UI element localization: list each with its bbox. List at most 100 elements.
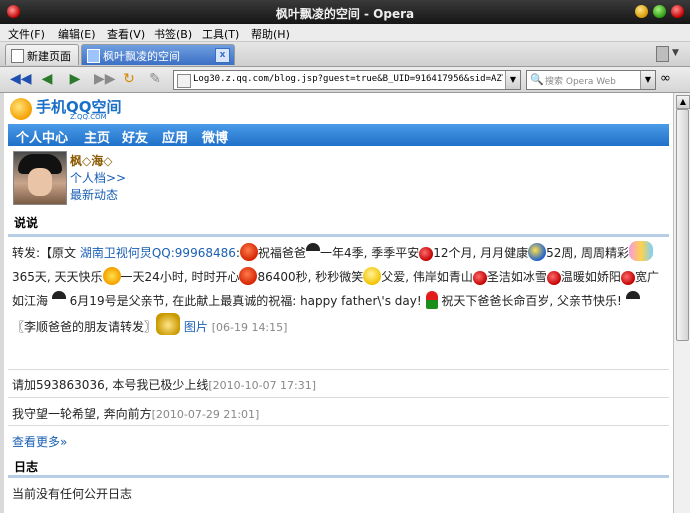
sun-icon: [102, 267, 121, 285]
post-text: 一年4季, 季季平安: [319, 246, 420, 260]
address-url[interactable]: Log30.z.qq.com/blog.jsp?guest=true&B_UID…: [193, 74, 503, 84]
moon-icon: [528, 243, 547, 261]
apple-icon: [620, 271, 635, 285]
navigation-bar: ◀◀ ◀ ▶ ▶▶ ↻ ✎ Log30.z.qq.com/blog.jsp?gu…: [0, 67, 690, 93]
post-text: 父爱, 伟岸如青山: [381, 270, 473, 284]
nav-weibo[interactable]: 微博: [202, 127, 228, 146]
post-3: 我守望一轮希望, 奔向前方[2010-07-29 21:01]: [12, 405, 259, 422]
site-nav: 个人中心 主页 好友 应用 微博: [8, 124, 669, 146]
search-placeholder[interactable]: 搜索 Opera Web: [545, 74, 616, 87]
menu-bar: 文件(F) 编辑(E) 查看(V) 书签(B) 工具(T) 帮助(H): [0, 24, 690, 42]
search-icon: 🔍: [530, 73, 544, 86]
news-link[interactable]: 最新动态: [70, 186, 118, 203]
browser-window: 枫叶飘凌的空间 - Opera 文件(F) 编辑(E) 查看(V) 书签(B) …: [0, 0, 690, 513]
address-bar[interactable]: Log30.z.qq.com/blog.jsp?guest=true&B_UID…: [173, 70, 521, 90]
divider: [8, 369, 669, 370]
menu-bookmarks[interactable]: 书签(B): [154, 26, 192, 42]
apple-icon: [419, 247, 434, 261]
avatar[interactable]: [13, 151, 67, 205]
title-bar: 枫叶飘凌的空间 - Opera: [0, 0, 690, 24]
kids-icon: [629, 241, 654, 261]
maximize-button[interactable]: [653, 5, 666, 18]
wizard-icon: [156, 313, 181, 335]
post-text: 温暖如娇阳: [560, 270, 621, 284]
tab-qzone[interactable]: 枫叶飘凌的空间 x: [81, 44, 235, 65]
menu-tools[interactable]: 工具(T): [202, 26, 239, 42]
penguin-icon: [625, 291, 640, 309]
post-text: 12个月, 月月健康: [433, 246, 529, 260]
search-box[interactable]: 🔍 搜索 Opera Web ▼: [526, 70, 656, 90]
post-time: [2010-07-29 21:01]: [151, 408, 260, 421]
post-text: 祝福爸爸: [257, 246, 306, 260]
fast-forward-icon[interactable]: ▶▶: [94, 71, 116, 87]
section-heading-shuoshuo: 说说: [14, 216, 39, 230]
page-icon: [11, 49, 24, 63]
divider: [8, 234, 669, 237]
chevron-down-icon[interactable]: ▼: [640, 71, 655, 89]
back-icon[interactable]: ◀: [38, 71, 56, 87]
post-2: 请加593863036, 本号我已极少上线[2010-10-07 17:31]: [12, 376, 316, 393]
page-content: 手机QQ空间 Z.QQ.COM 个人中心 主页 好友 应用 微博 枫◇海◇ 个人…: [4, 93, 673, 513]
tab-bar: 新建页面 枫叶飘凌的空间 x ▼: [0, 42, 690, 67]
menu-edit[interactable]: 编辑(E): [58, 26, 96, 42]
nav-friends[interactable]: 好友: [122, 127, 148, 146]
post-text: 转发:【原文: [12, 246, 80, 260]
apple-icon: [472, 271, 487, 285]
qq-link[interactable]: 99968486: [175, 246, 236, 260]
glasses-icon[interactable]: ∞: [660, 71, 671, 86]
post-text: 〖李顺爸爸的朋友请转发〗: [12, 320, 157, 334]
post-text: 365天, 天天快乐: [12, 270, 103, 284]
chevron-down-icon[interactable]: ▼: [505, 71, 520, 89]
post-text: 请加593863036, 本号我已极少上线: [12, 378, 209, 392]
menu-help[interactable]: 帮助(H): [251, 26, 290, 42]
penguin-icon: [51, 291, 66, 309]
tab-new-page[interactable]: 新建页面: [5, 44, 79, 65]
user-name[interactable]: 枫◇海◇: [70, 152, 112, 169]
chevron-down-icon[interactable]: ▼: [672, 48, 679, 58]
apple-icon: [546, 271, 561, 285]
post-text: 圣洁如冰雪: [486, 270, 547, 284]
window-title: 枫叶飘凌的空间 - Opera: [275, 7, 415, 21]
profile-link[interactable]: 个人档>>: [70, 169, 126, 186]
nav-apps[interactable]: 应用: [162, 127, 188, 146]
reload-icon[interactable]: ↻: [120, 71, 138, 87]
view-more-link[interactable]: 查看更多»: [12, 433, 67, 450]
page-icon: [87, 49, 100, 63]
divider: [8, 425, 669, 426]
menu-file[interactable]: 文件(F): [8, 26, 45, 42]
image-link[interactable]: 图片: [184, 320, 208, 334]
site-favicon: [177, 74, 191, 88]
post-text: 祝天下爸爸长命百岁, 父亲节快乐!: [441, 294, 622, 308]
post-text: 86400秒, 秒秒微笑: [257, 270, 364, 284]
close-tab-icon[interactable]: x: [215, 48, 230, 63]
edit-icon[interactable]: ✎: [146, 71, 164, 87]
divider: [8, 397, 669, 398]
rewind-icon[interactable]: ◀◀: [10, 71, 32, 87]
tab-label: 新建页面: [27, 50, 71, 63]
scrollbar-thumb[interactable]: [676, 109, 689, 341]
author-link[interactable]: 湖南卫视何炅QQ:: [80, 246, 175, 260]
diary-empty-text: 当前没有任何公开日志: [12, 487, 133, 501]
post-forward: 转发:【原文 湖南卫视何炅QQ:99968486: 祝福爸爸 一年4季, 季季平安 1…: [12, 241, 667, 340]
nav-home[interactable]: 主页: [84, 127, 110, 146]
post-time: [2010-10-07 17:31]: [208, 379, 317, 392]
section-heading-diary: 日志: [14, 460, 39, 474]
star-icon: [10, 98, 32, 120]
close-window-button[interactable]: [671, 5, 684, 18]
minimize-button[interactable]: [635, 5, 648, 18]
forward-icon[interactable]: ▶: [66, 71, 84, 87]
divider: [8, 475, 669, 478]
nav-personal-center[interactable]: 个人中心: [16, 127, 68, 146]
tab-label: 枫叶飘凌的空间: [103, 50, 180, 63]
post-text: 我守望一轮希望, 奔向前方: [12, 407, 152, 421]
post-text: 6月19号是父亲节, 在此献上最真诚的祝福: happy father\'s d…: [69, 294, 422, 308]
logo-subtext: Z.QQ.COM: [70, 113, 107, 121]
scroll-up-icon[interactable]: ▲: [676, 95, 690, 109]
penguin-icon: [305, 243, 320, 261]
menu-view[interactable]: 查看(V): [107, 26, 145, 42]
vertical-scrollbar[interactable]: ▲: [673, 93, 690, 513]
trash-icon[interactable]: [656, 46, 669, 62]
smile-icon: [363, 267, 382, 285]
heart-icon: [239, 243, 258, 261]
heart-icon: [239, 267, 258, 285]
